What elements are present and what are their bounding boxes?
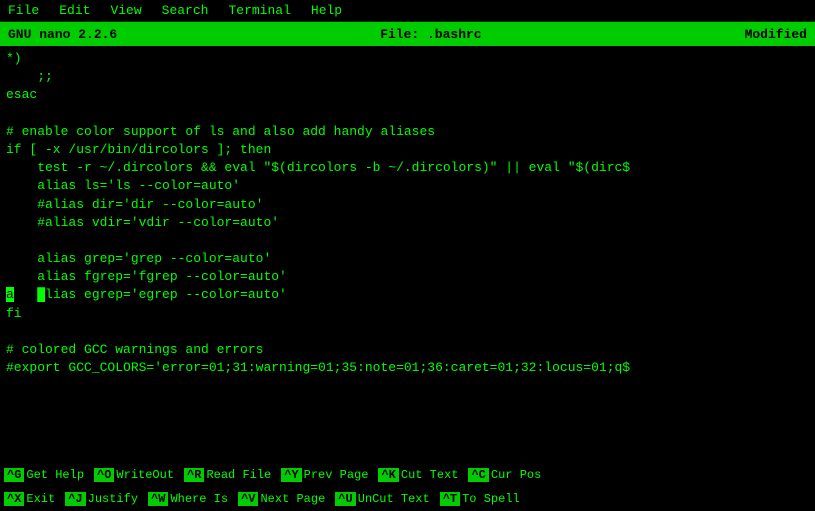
nano-version: GNU nano 2.2.6 — [8, 27, 117, 42]
shortcut-item[interactable]: ^U UnCut Text — [335, 492, 431, 506]
shortcut-label: Cur Pos — [489, 468, 543, 482]
menu-edit[interactable]: Edit — [55, 2, 94, 19]
editor-area[interactable]: *) ;; esac # enable color support of ls … — [0, 46, 815, 463]
menu-view[interactable]: View — [106, 2, 145, 19]
shortcut-label: Get Help — [24, 468, 86, 482]
shortcut-item[interactable]: ^W Where Is — [148, 492, 230, 506]
shortcut-key: ^C — [468, 468, 488, 482]
title-bar: GNU nano 2.2.6 File: .bashrc Modified — [0, 22, 815, 46]
shortcut-key: ^R — [184, 468, 204, 482]
shortcut-bar-2: ^X Exit ^J Justify ^W Where Is ^V Next Page… — [0, 487, 815, 511]
shortcut-item[interactable]: ^V Next Page — [238, 492, 327, 506]
shortcut-label: Where Is — [168, 492, 230, 506]
shortcut-key: ^U — [335, 492, 355, 506]
shortcut-key: ^T — [440, 492, 460, 506]
shortcut-label: Exit — [24, 492, 57, 506]
shortcut-item[interactable]: ^C Cur Pos — [468, 468, 543, 482]
shortcut-key: ^G — [4, 468, 24, 482]
shortcut-key: ^O — [94, 468, 114, 482]
menu-terminal[interactable]: Terminal — [224, 2, 294, 19]
shortcut-item[interactable]: ^J Justify — [65, 492, 140, 506]
shortcut-item[interactable]: ^T To Spell — [440, 492, 522, 506]
shortcut-label: Prev Page — [302, 468, 371, 482]
shortcut-item[interactable]: ^G Get Help — [4, 468, 86, 482]
shortcut-label: UnCut Text — [356, 492, 432, 506]
menu-bar: File Edit View Search Terminal Help — [0, 0, 815, 22]
cursor: a — [6, 287, 14, 302]
shortcut-item[interactable]: ^X Exit — [4, 492, 57, 506]
shortcut-label: Read File — [204, 468, 273, 482]
file-name: File: .bashrc — [380, 27, 481, 42]
shortcut-label: Next Page — [258, 492, 327, 506]
shortcut-label: Justify — [86, 492, 140, 506]
shortcut-item[interactable]: ^Y Prev Page — [281, 468, 370, 482]
menu-search[interactable]: Search — [158, 2, 213, 19]
shortcut-item[interactable]: ^K Cut Text — [378, 468, 460, 482]
menu-file[interactable]: File — [4, 2, 43, 19]
shortcut-key: ^W — [148, 492, 168, 506]
menu-help[interactable]: Help — [307, 2, 346, 19]
shortcut-label: To Spell — [460, 492, 522, 506]
shortcut-key: ^K — [378, 468, 398, 482]
shortcut-item[interactable]: ^R Read File — [184, 468, 273, 482]
shortcut-label: Cut Text — [399, 468, 461, 482]
shortcut-key: ^Y — [281, 468, 301, 482]
shortcut-bar-1: ^G Get Help ^O WriteOut ^R Read File ^Y Pre… — [0, 463, 815, 487]
shortcut-key: ^V — [238, 492, 258, 506]
shortcut-label: WriteOut — [114, 468, 176, 482]
shortcut-item[interactable]: ^O WriteOut — [94, 468, 176, 482]
shortcut-key: ^X — [4, 492, 24, 506]
shortcut-key: ^J — [65, 492, 85, 506]
modified-status: Modified — [745, 27, 807, 42]
